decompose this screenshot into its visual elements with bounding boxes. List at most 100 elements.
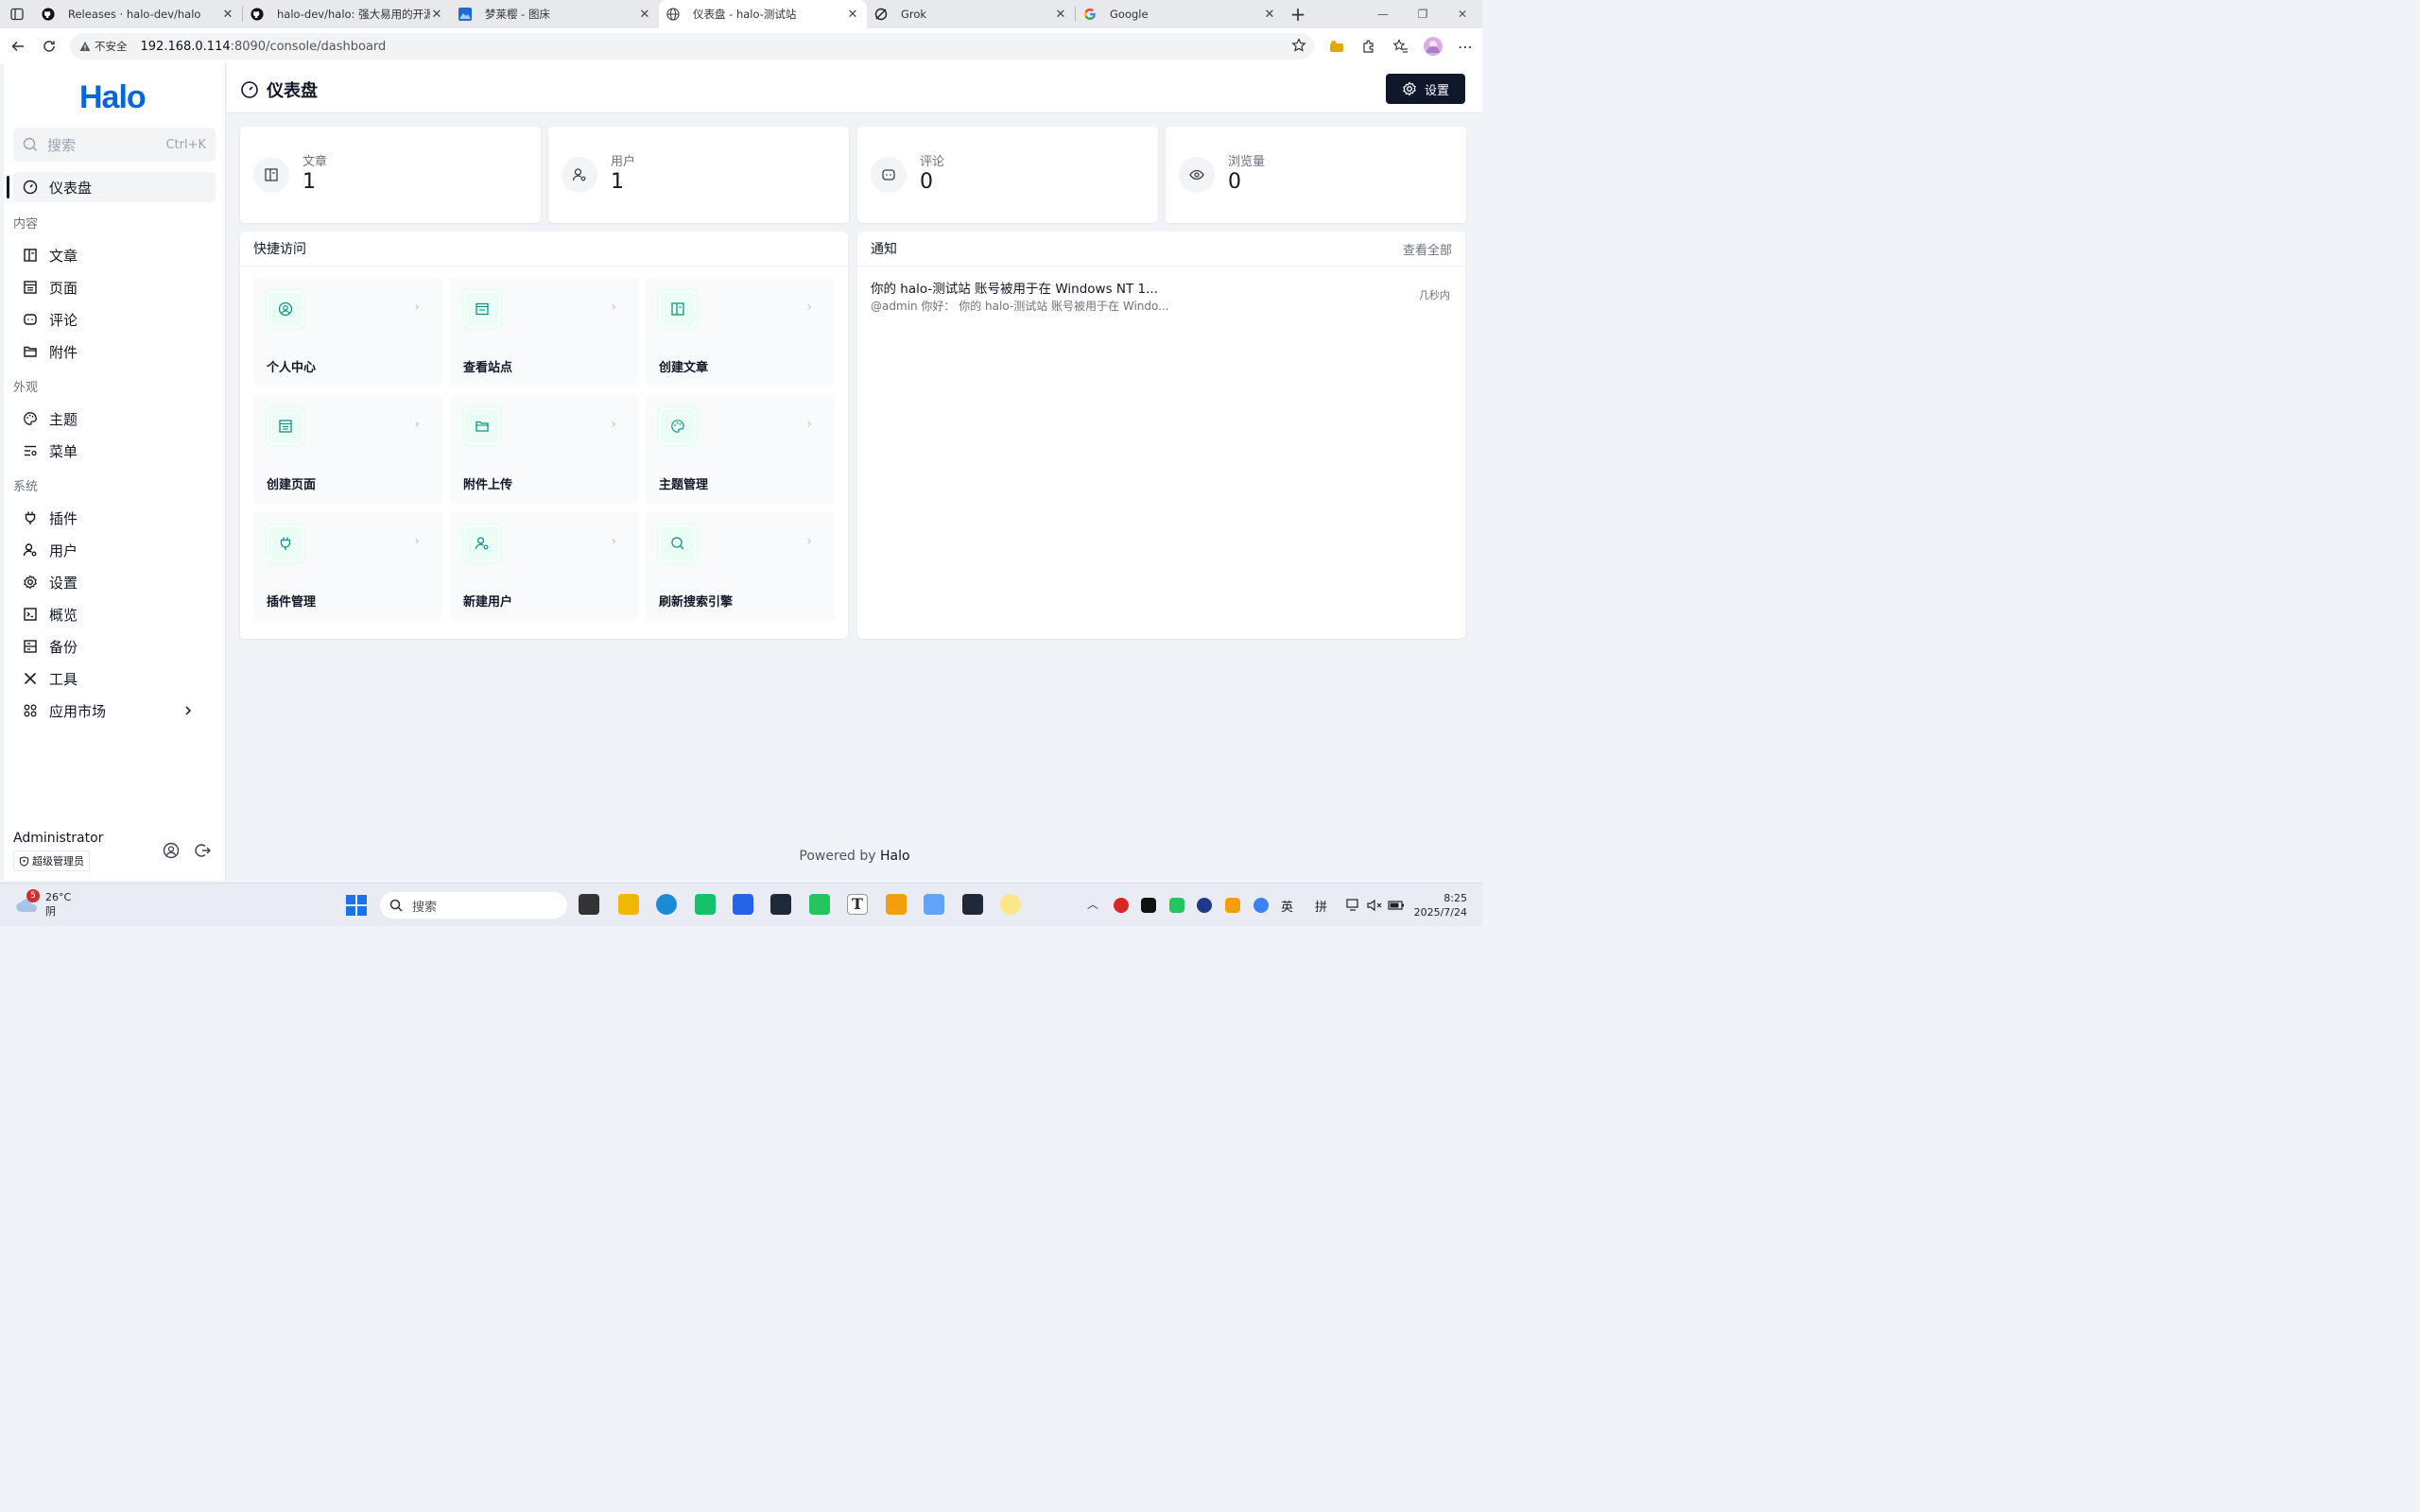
typora-icon[interactable]: T <box>847 894 868 915</box>
restore-icon[interactable]: ❐ <box>1403 0 1443 28</box>
weather-temp: 26°C <box>45 891 72 903</box>
tab-close-icon[interactable]: ✕ <box>1263 8 1276 22</box>
folder-icon <box>465 409 499 443</box>
url-bar[interactable]: 不安全 192.168.0.114:8090/console/dashboard <box>70 33 1314 60</box>
quick-link-upload[interactable]: › 附件上传 <box>450 394 639 504</box>
tab-close-icon[interactable]: ✕ <box>1054 8 1067 22</box>
browser-tab[interactable]: 梦莱樱 - 图床 ✕ <box>451 0 659 28</box>
footer-prefix: Powered by <box>799 849 881 864</box>
logout-icon[interactable] <box>195 842 212 859</box>
ime-mode[interactable]: 拼 <box>1315 897 1327 915</box>
quick-link-view-site[interactable]: › 查看站点 <box>450 277 639 387</box>
tab-close-icon[interactable]: ✕ <box>221 8 234 22</box>
close-window-icon[interactable]: ✕ <box>1443 0 1482 28</box>
tray-shield-icon[interactable] <box>1225 898 1240 913</box>
sidebar-item-themes[interactable]: 主题 <box>13 404 216 434</box>
quick-link-label: 创建页面 <box>267 478 317 492</box>
quick-link-create-page[interactable]: › 创建页面 <box>253 394 442 504</box>
task-view-icon[interactable] <box>579 894 599 915</box>
terminal-icon <box>24 608 37 621</box>
chatgpt-like-icon[interactable] <box>1000 894 1021 915</box>
current-user: Administrator 超级管理员 <box>13 831 216 871</box>
tray-app-icon[interactable] <box>1141 898 1156 913</box>
tray-wechat-icon[interactable] <box>1169 898 1184 913</box>
tray-defender-icon[interactable] <box>1253 898 1269 913</box>
profile-avatar[interactable] <box>1422 32 1444 60</box>
clock-time: 8:25 <box>1443 892 1467 904</box>
footer-brand-link[interactable]: Halo <box>880 849 910 864</box>
minimize-icon[interactable]: — <box>1363 0 1403 28</box>
puzzle-icon[interactable] <box>1357 32 1380 60</box>
sidebar-item-tools[interactable]: 工具 <box>13 663 216 694</box>
reload-button[interactable] <box>33 32 64 60</box>
insecure-label: 不安全 <box>95 40 128 53</box>
quick-link-themes[interactable]: › 主题管理 <box>646 394 835 504</box>
halo-logo[interactable]: Halo <box>79 79 147 116</box>
sidebar-item-backup[interactable]: 备份 <box>13 631 216 662</box>
quick-link-create-post[interactable]: › 创建文章 <box>646 277 835 387</box>
browser-tab[interactable]: Google ✕ <box>1076 0 1284 28</box>
view-all-link[interactable]: 查看全部 <box>1403 240 1452 258</box>
sidebar-item-menus[interactable]: 菜单 <box>13 436 216 466</box>
post-icon <box>661 292 695 326</box>
security-indicator[interactable]: 不安全 <box>79 39 128 54</box>
sidebar-item-overview[interactable]: 概览 <box>13 599 216 629</box>
weather-widget[interactable]: 5 26°C 阴 <box>15 889 72 919</box>
back-button[interactable] <box>2 32 33 60</box>
profile-icon[interactable] <box>163 842 180 859</box>
microsoft-store-icon[interactable] <box>733 894 753 915</box>
new-tab-button[interactable]: + <box>1284 0 1312 28</box>
stat-card-views: 浏览量 0 <box>1166 127 1466 223</box>
sidebar-item-dashboard[interactable]: 仪表盘 <box>7 172 216 202</box>
stat-card-users: 用户 1 <box>548 127 849 223</box>
system-clock[interactable]: 8:25 2025/7/24 <box>1414 891 1467 919</box>
browser-tab[interactable]: Releases · halo-dev/halo ✕ <box>34 0 242 28</box>
favorite-star-icon[interactable] <box>1291 38 1306 57</box>
sidebar-item-app-market[interactable]: 应用市场 <box>13 696 216 726</box>
volume-muted-icon[interactable] <box>1367 899 1382 912</box>
ime-lang[interactable]: 英 <box>1281 897 1293 915</box>
quick-link-plugins[interactable]: › 插件管理 <box>253 511 442 621</box>
more-menu-icon[interactable]: ⋯ <box>1454 32 1477 60</box>
browser-tab-active[interactable]: 仪表盘 - halo-测试站 ✕ <box>659 0 867 28</box>
app-cube-icon[interactable] <box>770 894 791 915</box>
tab-close-icon[interactable]: ✕ <box>430 8 443 22</box>
settings-button[interactable]: 设置 <box>1386 74 1465 104</box>
tray-steam-icon[interactable] <box>1197 898 1212 913</box>
quick-link-refresh-search[interactable]: › 刷新搜索引擎 <box>646 511 835 621</box>
sidebar-item-comments[interactable]: 评论 <box>13 304 216 335</box>
terminal-app-icon[interactable] <box>962 894 983 915</box>
wechat-icon[interactable] <box>809 894 830 915</box>
tab-actions-button[interactable] <box>0 0 34 28</box>
file-explorer-icon[interactable] <box>618 894 639 915</box>
browser-tab[interactable]: Grok ✕ <box>867 0 1075 28</box>
screenshot-app-icon[interactable] <box>886 894 907 915</box>
taskbar-search[interactable]: 搜索 <box>380 892 567 919</box>
quick-link-new-user[interactable]: › 新建用户 <box>450 511 639 621</box>
store-app-icon[interactable] <box>695 894 716 915</box>
tray-antivirus-icon[interactable] <box>1114 898 1129 913</box>
sidebar-item-posts[interactable]: 文章 <box>13 240 216 270</box>
quick-link-label: 附件上传 <box>463 478 513 492</box>
tab-close-icon[interactable]: ✕ <box>846 8 859 22</box>
network-icon[interactable] <box>1346 899 1361 912</box>
post-icon <box>24 249 37 262</box>
search-icon <box>661 526 695 560</box>
browser-tab[interactable]: halo-dev/halo: 强大易用的开源建 ✕ <box>243 0 451 28</box>
edge-browser-icon[interactable] <box>656 894 677 915</box>
sidebar-item-attachments[interactable]: 附件 <box>13 336 216 367</box>
search-input[interactable]: 搜索 Ctrl+K <box>13 128 216 162</box>
quick-link-profile[interactable]: › 个人中心 <box>253 277 442 387</box>
favorites-icon[interactable] <box>1390 32 1412 60</box>
sidebar-item-pages[interactable]: 页面 <box>13 272 216 302</box>
tab-close-icon[interactable]: ✕ <box>638 8 651 22</box>
sidebar-item-settings[interactable]: 设置 <box>13 567 216 597</box>
feishu-icon[interactable] <box>924 894 944 915</box>
windows-start-button[interactable] <box>346 895 367 919</box>
eye-icon <box>1179 157 1215 193</box>
sidebar-item-users[interactable]: 用户 <box>13 535 216 565</box>
sidebar-item-plugins[interactable]: 插件 <box>13 503 216 533</box>
tray-overflow-icon[interactable]: ︿ <box>1087 896 1098 912</box>
battery-icon[interactable] <box>1388 899 1405 912</box>
extension-icon[interactable] <box>1325 32 1348 60</box>
